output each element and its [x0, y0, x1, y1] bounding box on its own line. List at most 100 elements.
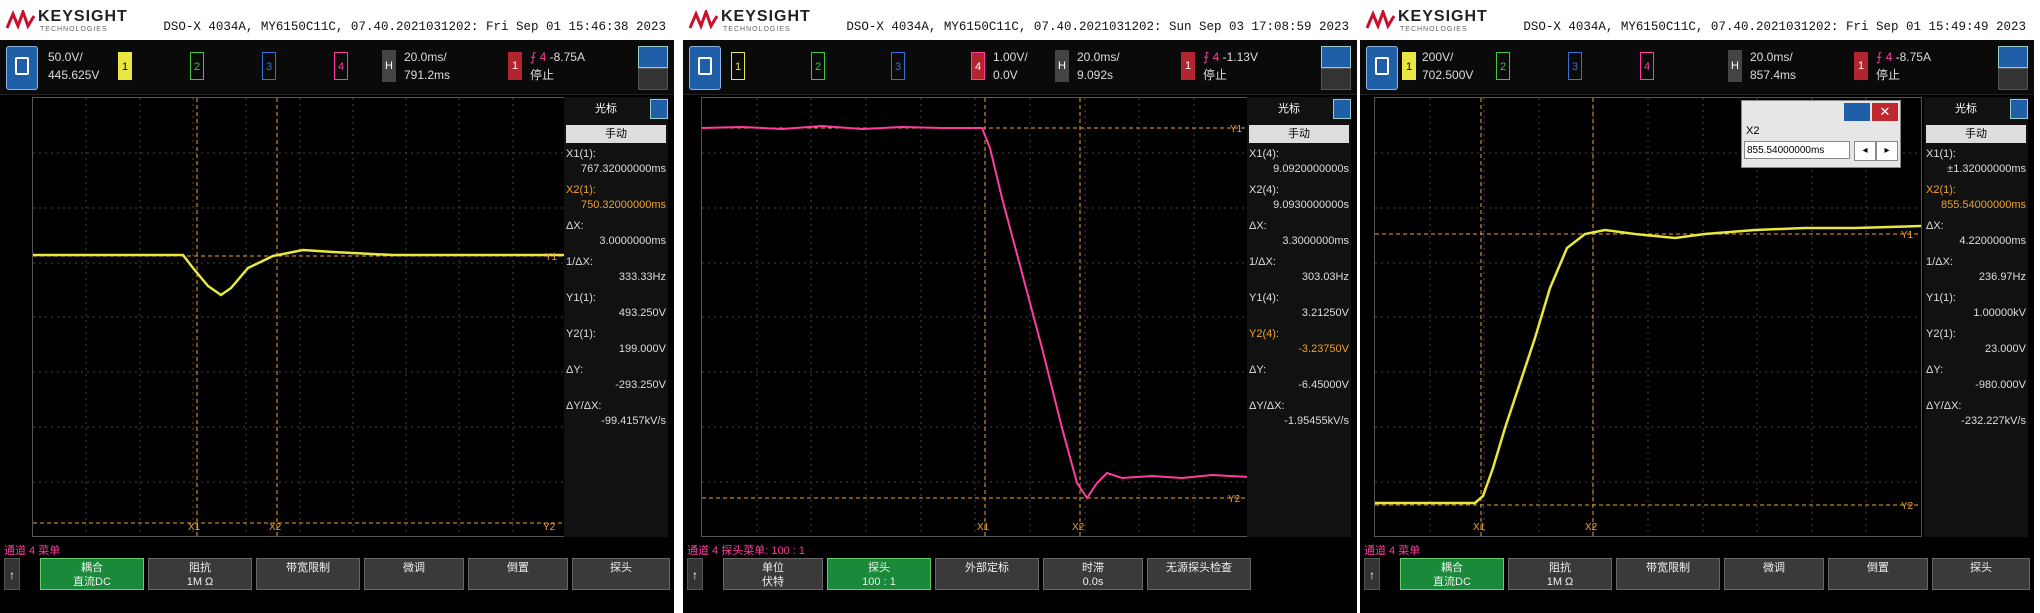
cursor-title: 光标	[595, 103, 617, 115]
softkey-fine[interactable]: 微调	[364, 558, 464, 590]
ch1-scale-readout[interactable]: 200V/ 702.500V	[1422, 48, 1473, 84]
softkey-skew[interactable]: 时滞 0.0s	[1043, 558, 1143, 590]
back-arrow-icon[interactable]: ↑	[687, 558, 703, 590]
ch4-indicator[interactable]: 4	[1640, 52, 1654, 80]
softkey-bar: 通道 4 菜单 ↑ 耦合 直流DC 阻抗 1M Ω 带宽限制 微调 倒置 探头	[1360, 540, 2034, 613]
trigger-level: -8.75A	[1895, 50, 1931, 64]
cursor-panel: 光标 手动 X1(1): ±1.32000000ms X2(1): 855.5400…	[1924, 97, 2028, 537]
softkey-units[interactable]: 单位 伏特	[723, 558, 823, 590]
menu-icon	[15, 57, 29, 75]
ch2-indicator[interactable]: 2	[1496, 52, 1510, 80]
instrument-header: DSO-X 4034A, MY6150C11C, 07.40.202103120…	[163, 20, 666, 34]
meas-x1: X1(1): 767.32000000ms	[566, 148, 666, 175]
horizontal-indicator[interactable]: H	[1728, 50, 1742, 82]
softkey-coupling[interactable]: 耦合 直流DC	[40, 558, 144, 590]
cursor-menu-icon[interactable]	[2010, 99, 2028, 119]
softkey-probe[interactable]: 探头 100 : 1	[827, 558, 931, 590]
cursor-mode[interactable]: 手动	[1249, 125, 1349, 143]
cursor-mode[interactable]: 手动	[1926, 125, 2026, 143]
softkey-bw-limit[interactable]: 带宽限制	[1616, 558, 1720, 590]
measure-button[interactable]	[1998, 68, 2028, 90]
softkey-invert[interactable]: 倒置	[1828, 558, 1928, 590]
popup-menu-icon[interactable]	[1844, 103, 1870, 121]
channel-bar: 50.0V/ 445.625V 1 2 3 4 H 20.0ms/ 791.2m…	[0, 40, 674, 95]
horizontal-readout[interactable]: 20.0ms/ 9.092s	[1077, 48, 1120, 84]
ch4-indicator[interactable]: 4	[971, 52, 985, 80]
cursor-menu-icon[interactable]	[650, 99, 668, 119]
trigger-level: -1.13V	[1222, 50, 1258, 64]
measure-button[interactable]	[1321, 68, 1351, 90]
cursor-mode[interactable]: 手动	[566, 125, 666, 143]
menu-button[interactable]	[1366, 46, 1398, 90]
ch4-scale-readout[interactable]: 1.00V/ 0.0V	[993, 48, 1028, 84]
display-button[interactable]	[638, 46, 668, 68]
x2-marker: X2	[269, 522, 282, 533]
ch3-indicator[interactable]: 3	[1568, 52, 1582, 80]
waveform-display[interactable]: Y1 Y2 X1 X2 ✕ X2 855.54000000ms ◂ ▸	[1374, 97, 1922, 537]
menu-button[interactable]	[6, 46, 38, 90]
popup-value-input[interactable]: 855.54000000ms	[1744, 141, 1850, 159]
run-state: 停止	[1876, 68, 1901, 82]
softkey-impedance[interactable]: 阻抗 1M Ω	[148, 558, 252, 590]
trigger-readout[interactable]: ⨍ 4 -8.75A 停止	[1876, 48, 1931, 84]
menu-button[interactable]	[689, 46, 721, 90]
ch1-indicator[interactable]: 1	[1402, 52, 1416, 80]
display-button[interactable]	[1998, 46, 2028, 68]
instrument-header: DSO-X 4034A, MY6150C11C, 07.40.202103120…	[846, 20, 1349, 34]
ch1-offset: 702.500V	[1422, 68, 1474, 82]
softkey-probe-check[interactable]: 无源探头检查	[1147, 558, 1251, 590]
trigger-indicator[interactable]: 1	[1854, 52, 1868, 80]
meas-freq: 1/ΔX: 333.33Hz	[566, 256, 666, 283]
waveform-display[interactable]: Y1 Y2 X1 X2	[701, 97, 1250, 537]
meas-dy: ΔY: -6.45000V	[1249, 364, 1349, 391]
softkey-invert[interactable]: 倒置	[468, 558, 568, 590]
measure-button[interactable]	[638, 68, 668, 90]
popup-right-icon[interactable]: ▸	[1876, 141, 1898, 161]
ch2-indicator[interactable]: 2	[811, 52, 825, 80]
horizontal-indicator[interactable]: H	[382, 50, 396, 82]
display-button[interactable]	[1321, 46, 1351, 68]
meas-freq: 1/ΔX: 303.03Hz	[1249, 256, 1349, 283]
trigger-readout[interactable]: ⨍ 4 -8.75A 停止	[530, 48, 585, 84]
trigger-indicator[interactable]: 1	[1181, 52, 1195, 80]
softkey-impedance[interactable]: 阻抗 1M Ω	[1508, 558, 1612, 590]
ch2-indicator[interactable]: 2	[190, 52, 204, 80]
ch1-indicator[interactable]: 1	[731, 52, 745, 80]
waveform-display[interactable]: Y1 Y2 X1 X2	[32, 97, 567, 537]
ch3-indicator[interactable]: 3	[262, 52, 276, 80]
softkey-fine[interactable]: 微调	[1724, 558, 1824, 590]
meas-y1: Y1(1): 1.00000kV	[1926, 292, 2026, 319]
oscilloscope-screenshots: KEYSIGHT TECHNOLOGIES DSO-X 4034A, MY615…	[0, 0, 2040, 613]
horizontal-readout[interactable]: 20.0ms/ 791.2ms	[404, 48, 450, 84]
graticule	[33, 98, 566, 536]
ch4-trace	[702, 124, 1249, 500]
keysight-wave-icon	[6, 10, 36, 31]
ch1-indicator[interactable]: 1	[118, 52, 132, 80]
cursor-menu-icon[interactable]	[1333, 99, 1351, 119]
h-scale: 20.0ms/	[404, 50, 447, 64]
horizontal-indicator[interactable]: H	[1055, 50, 1069, 82]
back-arrow-icon[interactable]: ↑	[1364, 558, 1380, 590]
keysight-logo: KEYSIGHT TECHNOLOGIES	[6, 6, 186, 36]
softkey-bar: 通道 4 探头菜单: 100 : 1 ↑ 单位 伏特 探头 100 : 1 外部定标…	[683, 540, 1357, 613]
softkey-external-scale[interactable]: 外部定标	[935, 558, 1039, 590]
softkey-probe[interactable]: 探头	[1932, 558, 2030, 590]
meas-dy: ΔY: -980.000V	[1926, 364, 2026, 391]
softkey-probe[interactable]: 探头	[572, 558, 670, 590]
trigger-readout[interactable]: ⨍ 4 -1.13V 停止	[1203, 48, 1258, 84]
ch4-indicator[interactable]: 4	[334, 52, 348, 80]
popup-left-icon[interactable]: ◂	[1854, 141, 1876, 161]
x2-marker: X2	[1585, 522, 1598, 533]
run-state: 停止	[530, 68, 555, 82]
trigger-indicator[interactable]: 1	[508, 52, 522, 80]
ch3-indicator[interactable]: 3	[891, 52, 905, 80]
keysight-logo: KEYSIGHT TECHNOLOGIES	[1366, 6, 1546, 36]
softkey-bw-limit[interactable]: 带宽限制	[256, 558, 360, 590]
horizontal-readout[interactable]: 20.0ms/ 857.4ms	[1750, 48, 1796, 84]
menu-icon	[698, 57, 712, 75]
softkey-coupling[interactable]: 耦合 直流DC	[1400, 558, 1504, 590]
ch1-scale-readout[interactable]: 50.0V/ 445.625V	[48, 48, 99, 84]
title-bar: KEYSIGHT TECHNOLOGIES DSO-X 4034A, MY615…	[0, 0, 674, 40]
popup-close-icon[interactable]: ✕	[1872, 103, 1898, 121]
back-arrow-icon[interactable]: ↑	[4, 558, 20, 590]
